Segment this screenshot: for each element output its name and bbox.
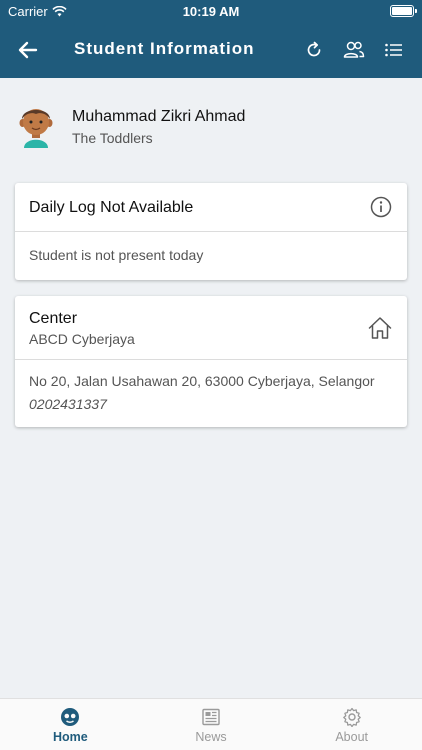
tab-news[interactable]: News [141,699,282,750]
center-address: No 20, Jalan Usahawan 20, 63000 Cyberjay… [29,373,375,389]
center-details: No 20, Jalan Usahawan 20, 63000 Cyberjay… [15,360,407,425]
center-phone[interactable]: 0202431337 [29,396,393,412]
tab-home[interactable]: Home [0,699,141,750]
center-home-button[interactable] [367,315,393,341]
daily-log-header: Daily Log Not Available [15,183,407,231]
student-avatar [19,109,53,148]
center-label: Center [29,310,78,327]
home-face-icon [59,706,81,728]
clock: 10:19 AM [182,4,240,19]
nav-bar: Student Information [0,22,422,78]
student-header: Muhammad Zikri Ahmad The Toddlers [14,102,408,152]
student-class: The Toddlers [72,130,153,146]
tab-about[interactable]: About [281,699,422,750]
info-icon [370,196,392,218]
tab-about-label: About [335,730,369,744]
center-card: Center ABCD Cyberjaya No 20, Jalan Usaha… [15,296,407,427]
newspaper-icon [200,706,222,728]
info-button[interactable] [369,195,393,219]
tab-home-label: Home [52,730,88,744]
students-button[interactable] [340,36,368,64]
center-header: Center ABCD Cyberjaya [15,296,407,359]
gear-icon [341,706,363,728]
house-icon [368,317,392,339]
page-title: Student Information [74,39,255,58]
menu-button[interactable] [380,36,408,64]
battery-icon [390,5,417,17]
tab-bar: Home News About [0,698,422,750]
student-name: Muhammad Zikri Ahmad [72,108,246,125]
arrow-left-icon [18,41,38,59]
status-bar: Carrier 10:19 AM [0,0,422,22]
header: Carrier 10:19 AM Student Information [0,0,422,78]
back-button[interactable] [14,36,42,64]
daily-log-message: Student is not present today [29,247,204,263]
refresh-icon [307,41,321,57]
daily-log-card: Daily Log Not Available Student is not p… [15,183,407,280]
list-icon [385,43,402,57]
tab-news-label: News [195,730,227,744]
refresh-button[interactable] [300,36,328,64]
daily-log-title: Daily Log Not Available [29,199,194,216]
people-icon [343,41,365,58]
center-name: ABCD Cyberjaya [29,331,135,347]
